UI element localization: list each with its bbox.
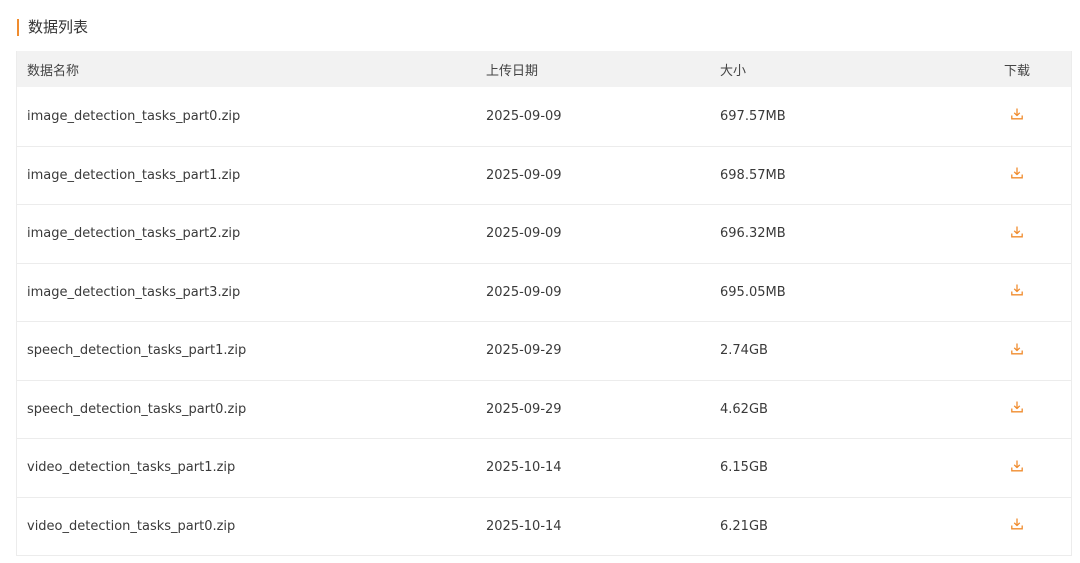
table-row: video_detection_tasks_part1.zip 2025-10-… bbox=[17, 438, 1071, 497]
file-size: 698.57MB bbox=[720, 167, 786, 183]
upload-date: 2025-09-09 bbox=[486, 284, 562, 300]
download-cell bbox=[997, 517, 1037, 535]
download-cell bbox=[997, 400, 1037, 418]
file-name: image_detection_tasks_part0.zip bbox=[27, 108, 241, 124]
upload-date: 2025-10-14 bbox=[486, 518, 562, 534]
table-header: 数据名称 上传日期 大小 下载 bbox=[17, 51, 1071, 87]
file-name: speech_detection_tasks_part0.zip bbox=[27, 401, 247, 417]
header-name: 数据名称 bbox=[27, 63, 80, 79]
download-icon[interactable] bbox=[1010, 342, 1024, 356]
table-row: image_detection_tasks_part0.zip 2025-09-… bbox=[17, 87, 1071, 146]
download-icon[interactable] bbox=[1010, 225, 1024, 239]
upload-date: 2025-09-29 bbox=[486, 401, 562, 417]
upload-date: 2025-10-14 bbox=[486, 460, 562, 476]
download-icon[interactable] bbox=[1010, 459, 1024, 473]
file-size: 6.15GB bbox=[720, 460, 768, 476]
file-size: 6.21GB bbox=[720, 518, 768, 534]
download-cell bbox=[997, 225, 1037, 243]
table-body: image_detection_tasks_part0.zip 2025-09-… bbox=[17, 87, 1071, 555]
file-name: video_detection_tasks_part1.zip bbox=[27, 460, 236, 476]
download-icon[interactable] bbox=[1010, 400, 1024, 414]
table-row: speech_detection_tasks_part1.zip 2025-09… bbox=[17, 321, 1071, 380]
upload-date: 2025-09-09 bbox=[486, 226, 562, 242]
file-name: image_detection_tasks_part2.zip bbox=[27, 226, 241, 242]
upload-date: 2025-09-09 bbox=[486, 167, 562, 183]
table-row: video_detection_tasks_part0.zip 2025-10-… bbox=[17, 496, 1071, 556]
download-cell bbox=[997, 342, 1037, 360]
file-size: 696.32MB bbox=[720, 226, 786, 242]
header-download: 下载 bbox=[1003, 63, 1030, 79]
file-size: 697.57MB bbox=[720, 108, 786, 124]
header-date: 上传日期 bbox=[486, 63, 539, 79]
section-header: 数据列表 bbox=[17, 16, 88, 38]
download-cell bbox=[997, 283, 1037, 301]
download-icon[interactable] bbox=[1010, 107, 1024, 121]
section-accent-bar bbox=[17, 18, 19, 36]
header-size: 大小 bbox=[720, 63, 747, 79]
download-icon[interactable] bbox=[1010, 517, 1024, 531]
section-title: 数据列表 bbox=[28, 18, 89, 36]
file-size: 695.05MB bbox=[720, 284, 786, 300]
file-name: speech_detection_tasks_part1.zip bbox=[27, 343, 247, 359]
download-icon[interactable] bbox=[1010, 283, 1024, 297]
download-cell bbox=[997, 166, 1037, 184]
table-row: image_detection_tasks_part2.zip 2025-09-… bbox=[17, 204, 1071, 263]
download-icon[interactable] bbox=[1010, 166, 1024, 180]
file-size: 2.74GB bbox=[720, 343, 768, 359]
upload-date: 2025-09-09 bbox=[486, 108, 562, 124]
upload-date: 2025-09-29 bbox=[486, 343, 562, 359]
table-row: image_detection_tasks_part1.zip 2025-09-… bbox=[17, 145, 1071, 205]
file-name: video_detection_tasks_part0.zip bbox=[27, 518, 236, 534]
file-name: image_detection_tasks_part1.zip bbox=[27, 167, 241, 183]
table-row: speech_detection_tasks_part0.zip 2025-09… bbox=[17, 379, 1071, 439]
file-size: 4.62GB bbox=[720, 401, 768, 417]
data-table: 数据名称 上传日期 大小 下载 image_detection_tasks_pa… bbox=[16, 51, 1072, 556]
file-name: image_detection_tasks_part3.zip bbox=[27, 284, 241, 300]
table-row: image_detection_tasks_part3.zip 2025-09-… bbox=[17, 262, 1071, 322]
download-cell bbox=[997, 459, 1037, 477]
download-cell bbox=[997, 107, 1037, 125]
